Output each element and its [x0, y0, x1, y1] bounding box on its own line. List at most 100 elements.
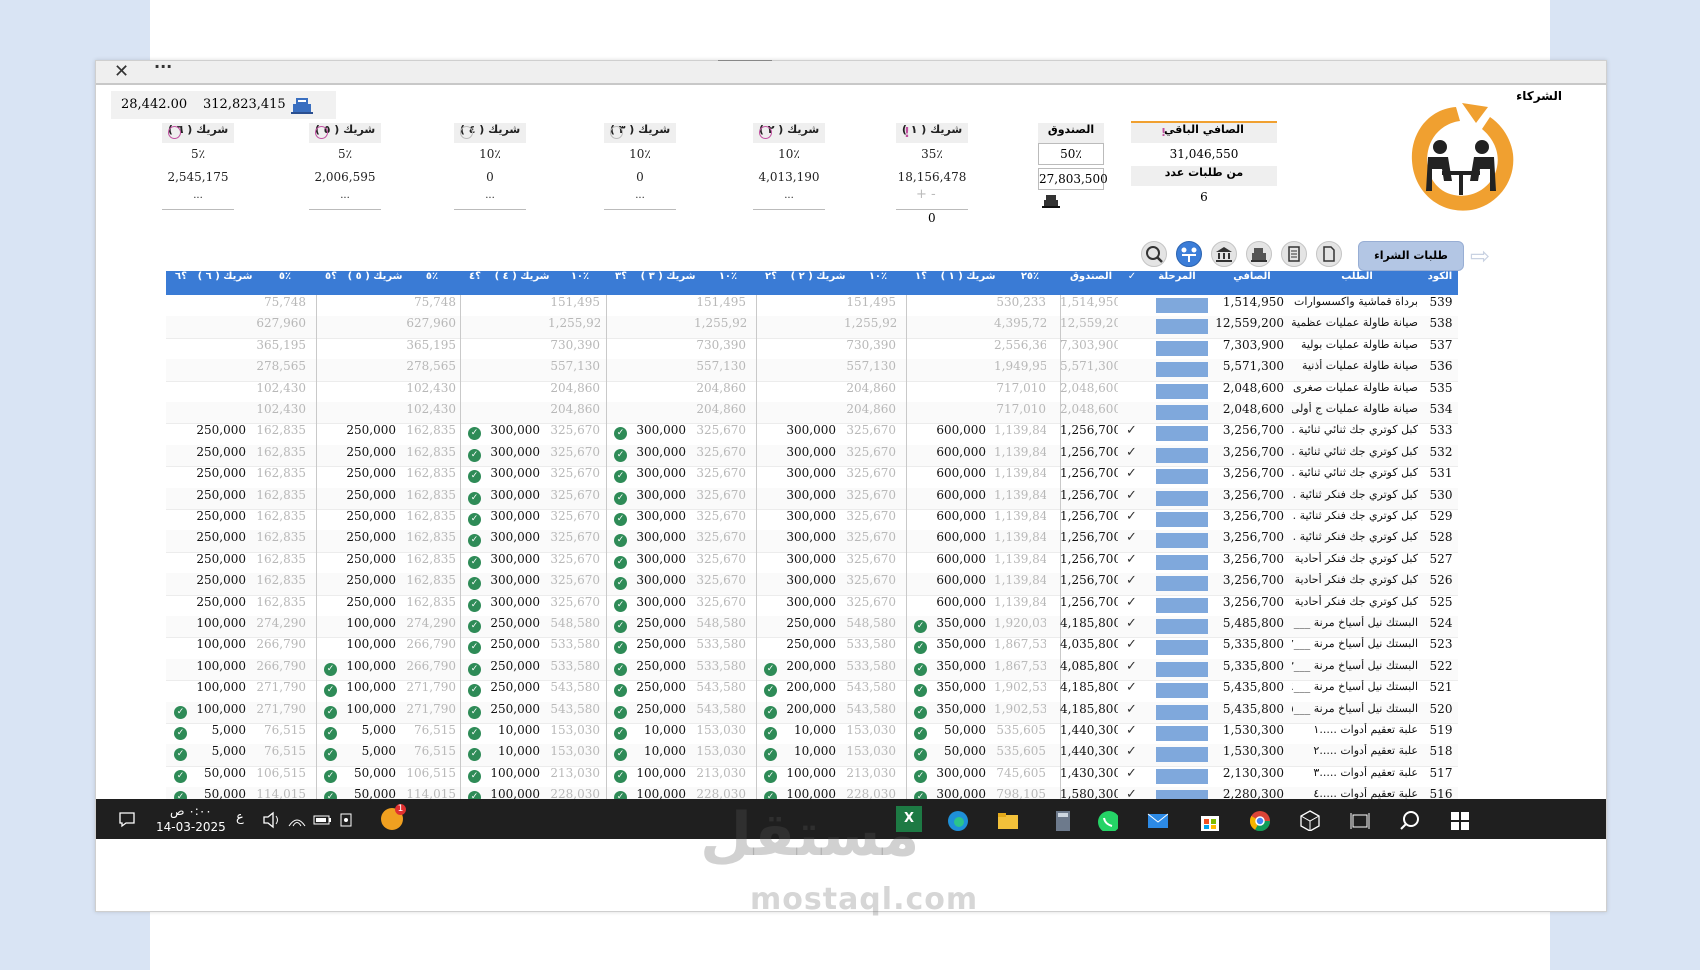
- column-header-p4[interactable]: شريك ( ٤ ): [490, 271, 554, 295]
- cash-register-icon[interactable]: [291, 95, 313, 115]
- table-row[interactable]: 106,515 50,000 ✓ 106,515 50,000 ✓ 213,030 100,0…: [166, 765, 1458, 789]
- checkmark-icon[interactable]: ✓: [1126, 766, 1137, 781]
- column-header-chk[interactable]: ✓: [1122, 271, 1142, 295]
- column-header-p2f[interactable]: ؟٢: [756, 271, 786, 295]
- checkmark-icon[interactable]: ✓: [1126, 723, 1137, 738]
- calculator-icon[interactable]: [1051, 809, 1073, 831]
- table-row[interactable]: 266,790 100,000 266,790 100,000 ✓ 533,580 250,…: [166, 658, 1458, 682]
- checkmark-icon[interactable]: ✓: [1126, 509, 1137, 524]
- table-row[interactable]: 162,835 250,000 162,835 250,000 325,670 300,0…: [166, 444, 1458, 468]
- column-header-p1[interactable]: شريك ( ١ ): [936, 271, 1000, 295]
- column-header-fund[interactable]: الصندوق: [1060, 271, 1122, 295]
- fund-value[interactable]: 27,803,500: [1038, 168, 1108, 190]
- checkmark-icon[interactable]: ✓: [1126, 595, 1137, 610]
- windows-start-icon[interactable]: [1448, 809, 1470, 831]
- app-tray-icon[interactable]: 1: [381, 804, 406, 830]
- cube-icon[interactable]: [1298, 809, 1320, 831]
- chrome-icon[interactable]: [1248, 809, 1270, 831]
- search-icon[interactable]: [1398, 809, 1420, 831]
- table-row[interactable]: 76,515 5,000 ✓ 76,515 5,000 ✓ 153,030 10,000 ✓ 15…: [166, 723, 1458, 746]
- table-row[interactable]: 162,835 250,000 162,835 250,000 325,670 300,0…: [166, 551, 1458, 575]
- column-header-p6pct[interactable]: ٪٥: [254, 271, 316, 295]
- checkmark-icon[interactable]: ✓: [1126, 616, 1137, 631]
- table-row[interactable]: 266,790 100,000 266,790 100,000 533,580 250,0…: [166, 637, 1458, 660]
- column-header-p5[interactable]: شريك ( ٥ ): [346, 271, 404, 295]
- column-header-p3pct[interactable]: ٪١٠: [700, 271, 756, 295]
- column-header-p2[interactable]: شريك ( ٢ ): [786, 271, 850, 295]
- column-header-net[interactable]: الصافي: [1212, 271, 1292, 295]
- partner-extra[interactable]: ...: [604, 189, 676, 210]
- table-row[interactable]: 102,430 102,430 204,860 204,860 204,860 717,0…: [166, 380, 1458, 403]
- table-body[interactable]: 75,748 75,748 151,495 151,495 151,495 530,233…: [166, 295, 1458, 800]
- purchase-orders-button[interactable]: طلبات الشراء: [1358, 241, 1464, 271]
- folder-icon[interactable]: [996, 809, 1018, 831]
- more-options-button[interactable]: ···: [154, 57, 172, 76]
- table-row[interactable]: 102,430 102,430 204,860 204,860 204,860 717,0…: [166, 402, 1458, 425]
- checkmark-icon[interactable]: ✓: [1126, 659, 1137, 674]
- column-header-p5f[interactable]: ؟٥: [316, 271, 346, 295]
- column-header-req[interactable]: الطلب: [1292, 271, 1422, 295]
- report-icon[interactable]: [1281, 241, 1307, 267]
- partner-extra[interactable]: ...: [753, 189, 825, 210]
- partner-extra[interactable]: ...: [162, 189, 234, 210]
- column-header-p3f[interactable]: ؟٣: [606, 271, 636, 295]
- volume-icon[interactable]: [261, 809, 283, 831]
- task-view-icon[interactable]: [1348, 809, 1370, 831]
- store-icon[interactable]: [1198, 809, 1220, 831]
- table-row[interactable]: 271,790 100,000 271,790 100,000 ✓ 543,580 250,…: [166, 680, 1458, 703]
- battery-icon[interactable]: [311, 809, 333, 831]
- edge-icon[interactable]: [946, 809, 968, 831]
- device-icon[interactable]: [336, 809, 358, 831]
- column-header-p1pct[interactable]: ٪٢٥: [1000, 271, 1060, 295]
- table-row[interactable]: 162,835 250,000 162,835 250,000 325,670 300,0…: [166, 573, 1458, 596]
- register-icon[interactable]: [1246, 241, 1272, 267]
- column-header-p5pct[interactable]: ٪٥: [404, 271, 460, 295]
- checkmark-icon[interactable]: ✓: [1126, 637, 1137, 652]
- checkmark-icon[interactable]: ✓: [1126, 744, 1137, 759]
- cash-register-icon[interactable]: [1042, 193, 1060, 209]
- search-button[interactable]: [1141, 241, 1167, 267]
- column-header-p1f[interactable]: ؟١: [906, 271, 936, 295]
- column-header-p6f[interactable]: ؟٦: [166, 271, 196, 295]
- column-header-p2pct[interactable]: ٪١٠: [850, 271, 906, 295]
- document-icon[interactable]: [1316, 241, 1342, 267]
- close-icon[interactable]: ✕: [114, 61, 129, 83]
- checkmark-icon[interactable]: ✓: [1126, 423, 1137, 438]
- checkmark-icon[interactable]: ✓: [1126, 573, 1137, 588]
- partners-meeting-button[interactable]: [1176, 241, 1202, 267]
- drag-handle[interactable]: [718, 60, 772, 61]
- table-row[interactable]: 274,290 100,000 274,290 100,000 548,580 250,0…: [166, 616, 1458, 639]
- checkmark-icon[interactable]: ✓: [1126, 680, 1137, 695]
- table-row[interactable]: 271,790 100,000 ✓ 271,790 100,000 ✓ 543,580 250…: [166, 701, 1458, 724]
- table-row[interactable]: 365,195 365,195 730,390 730,390 730,390 2,556…: [166, 337, 1458, 361]
- table-row[interactable]: 162,835 250,000 162,835 250,000 325,670 300,0…: [166, 423, 1458, 446]
- checkmark-icon[interactable]: ✓: [1126, 488, 1137, 503]
- checkmark-icon[interactable]: ✓: [1126, 552, 1137, 567]
- column-header-stage[interactable]: المرحلة: [1142, 271, 1212, 295]
- checkmark-icon[interactable]: ✓: [1126, 530, 1137, 545]
- wifi-icon[interactable]: [286, 809, 308, 831]
- table-row[interactable]: 162,835 250,000 162,835 250,000 325,670 300,0…: [166, 487, 1458, 510]
- taskbar-clock[interactable]: ٠:٠٠ ص 14-03-2025: [156, 803, 226, 835]
- column-header-code[interactable]: الكود: [1422, 271, 1458, 295]
- table-row[interactable]: 162,835 250,000 162,835 250,000 325,670 300,0…: [166, 530, 1458, 553]
- column-header-p3[interactable]: شريك ( ٣ ): [636, 271, 700, 295]
- table-row[interactable]: 627,960 627,960 1,255,920 1,255,920 1,255,92…: [166, 316, 1458, 339]
- checkmark-icon[interactable]: ✓: [1126, 445, 1137, 460]
- plus-minus-control[interactable]: + -: [916, 187, 936, 202]
- bank-icon[interactable]: [1211, 241, 1237, 267]
- column-header-p6[interactable]: شريك ( ٦ ): [196, 271, 254, 295]
- table-row[interactable]: 76,515 5,000 ✓ 76,515 5,000 ✓ 153,030 10,000 ✓ 15…: [166, 744, 1458, 767]
- partner-extra[interactable]: ...: [309, 189, 381, 210]
- checkmark-icon[interactable]: ✓: [1126, 702, 1137, 717]
- notification-icon[interactable]: [118, 810, 140, 832]
- whatsapp-icon[interactable]: [1096, 809, 1118, 831]
- table-row[interactable]: 278,565 278,565 557,130 557,130 557,130 1,949…: [166, 359, 1458, 382]
- column-header-p4pct[interactable]: ٪١٠: [554, 271, 606, 295]
- language-indicator[interactable]: ع: [236, 810, 244, 825]
- mail-icon[interactable]: [1146, 809, 1168, 831]
- partner-extra[interactable]: ...: [454, 189, 526, 210]
- table-row[interactable]: 162,835 250,000 162,835 250,000 325,670 300,0…: [166, 594, 1458, 617]
- arrow-right-icon[interactable]: ⇨: [1470, 242, 1490, 270]
- table-row[interactable]: 162,835 250,000 162,835 250,000 325,670 300,0…: [166, 509, 1458, 532]
